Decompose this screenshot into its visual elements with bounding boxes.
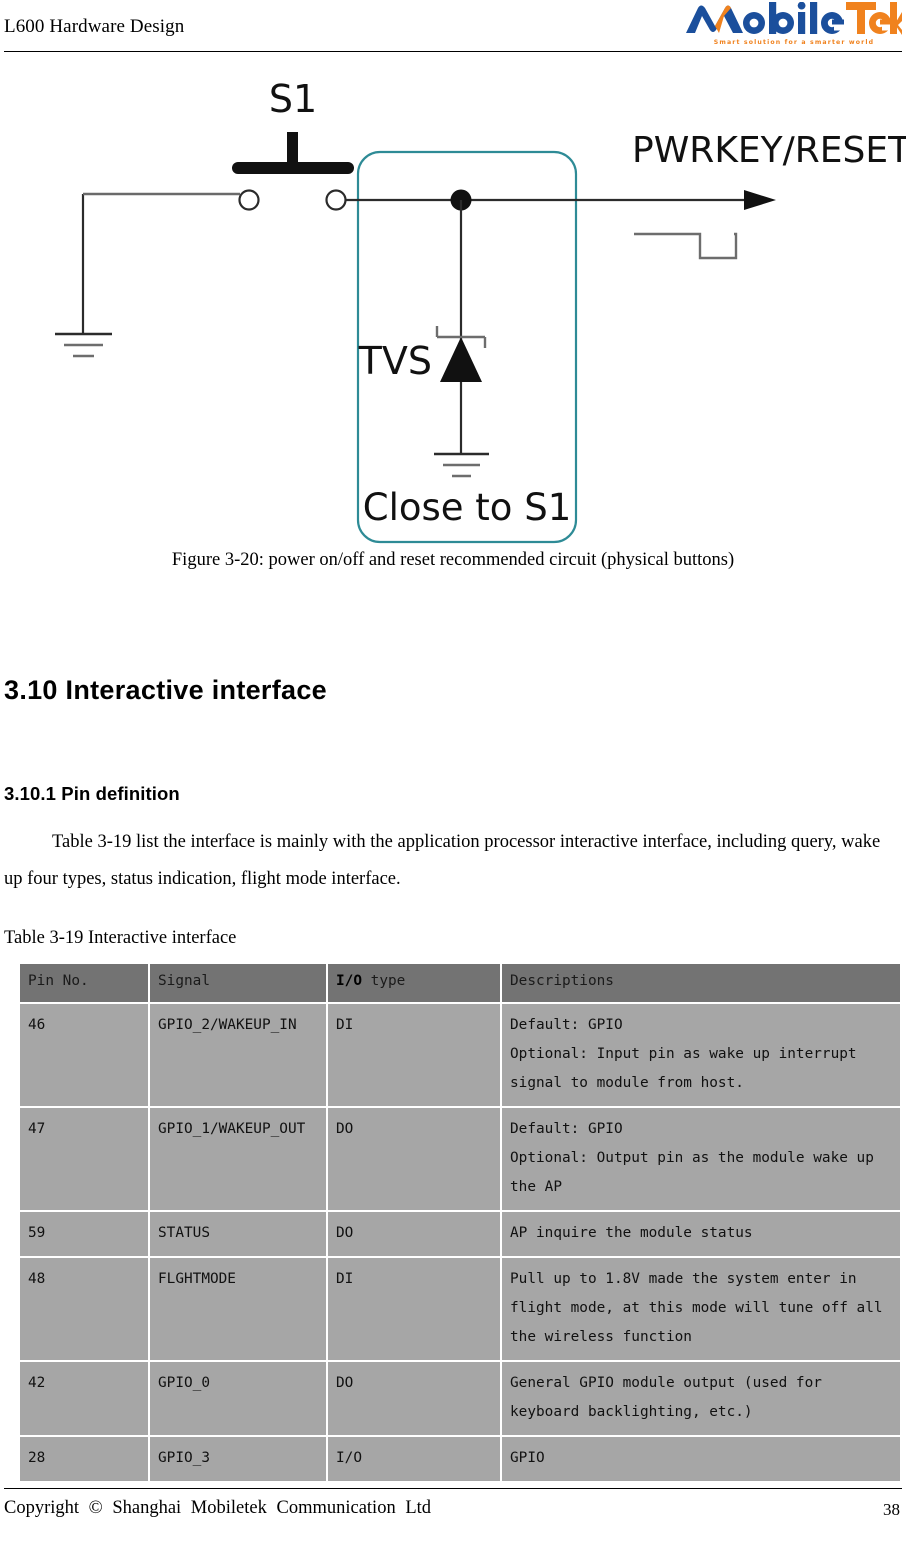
switch-label: S1 — [269, 77, 317, 121]
section-heading-3-10-1: 3.10.1 Pin definition — [4, 783, 180, 804]
description-line: General GPIO module output (used for — [510, 1375, 822, 1391]
mobiletek-wordmark-icon — [686, 2, 902, 35]
cell-description: Default: GPIO Optional: Output pin as the… — [502, 1108, 900, 1210]
cell-pin-no: 48 — [20, 1258, 148, 1360]
figure-caption: Figure 3-20: power on/off and reset reco… — [171, 550, 735, 570]
table-body: 46 GPIO_2/WAKEUP_IN DI Default: GPIO Optiona… — [20, 1004, 900, 1481]
header-divider-rule — [4, 51, 902, 52]
cell-description: General GPIO module output (used for keyb… — [502, 1362, 900, 1435]
cell-signal: GPIO_3 — [150, 1437, 326, 1481]
column-header-pin-no: Pin No. — [20, 964, 148, 1002]
cell-description: Default: GPIO Optional: Input pin as wake… — [502, 1004, 900, 1106]
description-line: flight mode, at this mode will tune off … — [510, 1300, 883, 1316]
table-row: 46 GPIO_2/WAKEUP_IN DI Default: GPIO Optiona… — [20, 1004, 900, 1106]
tvs-label: TVS — [358, 339, 432, 383]
table-row: 59 STATUS DO AP inquire the module status — [20, 1212, 900, 1256]
description-line: Optional: Input pin as wake up interrupt — [510, 1046, 857, 1062]
cell-io-type: DI — [328, 1258, 500, 1360]
column-header-signal: Signal — [150, 964, 326, 1002]
cell-pin-no: 46 — [20, 1004, 148, 1106]
power-reset-circuit-diagram: S1 TVS Close to S1 PWRKEY/RESET — [55, 77, 906, 544]
cell-description: AP inquire the module status — [502, 1212, 900, 1256]
cell-pin-no: 47 — [20, 1108, 148, 1210]
description-line: Pull up to 1.8V made the system enter in — [510, 1271, 857, 1287]
description-line: AP inquire the module status — [510, 1225, 753, 1241]
switch-terminal-left — [238, 189, 260, 211]
table-row: 47 GPIO_1/WAKEUP_OUT DO Default: GPIO Option… — [20, 1108, 900, 1210]
description-line: Default: GPIO — [510, 1017, 623, 1033]
mobiletek-logo: Smart solution for a smarter world — [684, 2, 902, 48]
cell-io-type: DI — [328, 1004, 500, 1106]
cell-signal: STATUS — [150, 1212, 326, 1256]
table-row: 28 GPIO_3 I/O GPIO — [20, 1437, 900, 1481]
cell-pin-no: 42 — [20, 1362, 148, 1435]
cell-io-type: DO — [328, 1212, 500, 1256]
cell-signal: FLGHTMODE — [150, 1258, 326, 1360]
cell-io-type: DO — [328, 1108, 500, 1210]
description-line: the wireless function — [510, 1329, 692, 1345]
cell-io-type: DO — [328, 1362, 500, 1435]
tvs-diode-triangle — [440, 337, 482, 382]
pwrkey-reset-label: PWRKEY/RESET — [632, 130, 906, 171]
table-row: 48 FLGHTMODE DI Pull up to 1.8V made the sy… — [20, 1258, 900, 1360]
description-line: keyboard backlighting, etc.) — [510, 1404, 753, 1420]
column-header-io-rest: type — [362, 973, 406, 989]
description-line: the AP — [510, 1179, 562, 1195]
cell-pin-no: 28 — [20, 1437, 148, 1481]
column-header-io-bold: I/O — [336, 973, 362, 989]
description-line: Default: GPIO — [510, 1121, 623, 1137]
signal-arrow-icon — [744, 190, 776, 210]
pulse-waveform-icon — [634, 232, 738, 260]
cell-signal: GPIO_0 — [150, 1362, 326, 1435]
description-line: GPIO — [510, 1450, 545, 1466]
table-header-row: Pin No. Signal I/O type Descriptions — [20, 964, 900, 1002]
interactive-interface-table: Pin No. Signal I/O type Descriptions 46 G… — [18, 962, 902, 1483]
column-header-descriptions: Descriptions — [502, 964, 900, 1002]
table-row: 42 GPIO_0 DO General GPIO module output (us… — [20, 1362, 900, 1435]
cell-description: GPIO — [502, 1437, 900, 1481]
table-caption: Table 3-19 Interactive interface — [4, 928, 237, 948]
cell-description: Pull up to 1.8V made the system enter in… — [502, 1258, 900, 1360]
document-header-title: L600 Hardware Design — [4, 16, 185, 37]
cell-signal: GPIO_2/WAKEUP_IN — [150, 1004, 326, 1106]
description-line: Optional: Output pin as the module wake … — [510, 1150, 874, 1166]
logo-tagline: Smart solution for a smarter world — [713, 39, 875, 46]
switch-terminal-right — [325, 189, 347, 211]
cell-io-type: I/O — [328, 1437, 500, 1481]
description-line: signal to module from host. — [510, 1075, 744, 1091]
close-to-s1-note: Close to S1 — [363, 486, 572, 529]
cell-pin-no: 59 — [20, 1212, 148, 1256]
footer-divider-rule — [4, 1488, 902, 1489]
section-heading-3-10: 3.10 Interactive interface — [4, 675, 327, 705]
cell-signal: GPIO_1/WAKEUP_OUT — [150, 1108, 326, 1210]
footer-page-number: 38 — [883, 1500, 900, 1519]
column-header-io-type: I/O type — [328, 964, 500, 1002]
footer-copyright-text: Copyright © Shanghai Mobiletek Communica… — [4, 1498, 432, 1518]
page-header: L600 Hardware Design Smart solution for … — [0, 0, 906, 55]
switch-stem — [287, 132, 298, 166]
intro-paragraph: Table 3-19 list the interface is mainly … — [4, 832, 881, 889]
